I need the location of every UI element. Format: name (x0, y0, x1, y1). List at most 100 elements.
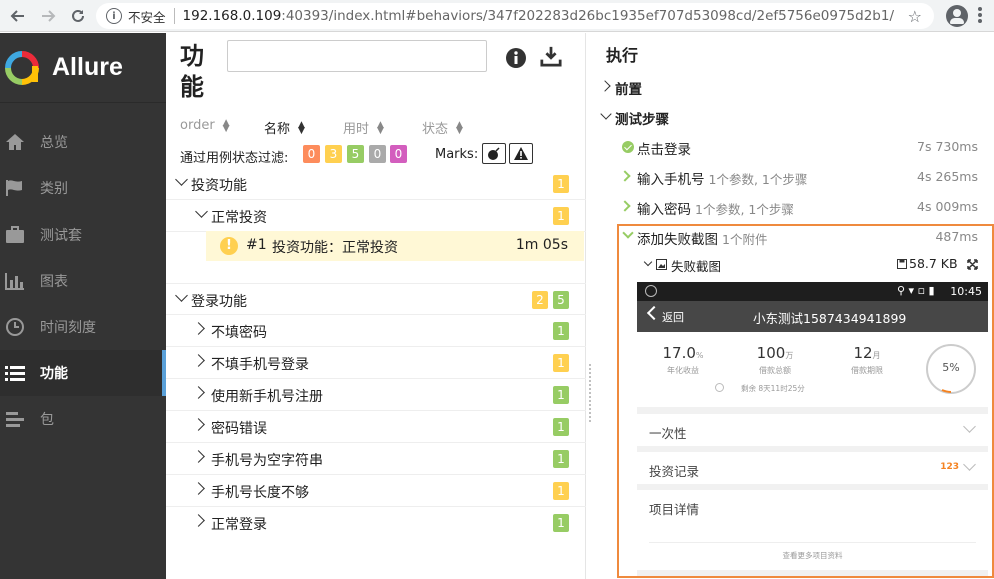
test-case-row[interactable]: ! #1 投资功能：正常投资 1m 05s (206, 231, 584, 261)
sort-duration[interactable]: 用时 ▲ ▼ (343, 118, 384, 137)
step-time: 7s 730ms (917, 139, 978, 154)
nav-label: 总览 (40, 135, 68, 151)
passed-check-icon (622, 141, 634, 153)
tree-item[interactable]: 使用新手机号注册 1 (166, 379, 586, 411)
section-label: 一次性 (649, 426, 687, 441)
stat-unit: 月 (872, 351, 881, 360)
tree-group-login[interactable]: 登录功能 2 5 (166, 283, 586, 315)
stat-value: 100 (756, 344, 786, 362)
sort-name[interactable]: 名称 ▲ ▼ (264, 118, 305, 137)
step-name: 输入密码 1个参数, 1个步骤 (637, 198, 794, 218)
brand[interactable]: Allure (0, 33, 166, 103)
chevron-right-icon (619, 170, 631, 182)
account-icon[interactable] (946, 5, 968, 27)
group-label: 登录功能 (191, 294, 247, 310)
forward-arrow-icon[interactable] (36, 4, 60, 28)
execution-title: 执行 (606, 46, 639, 65)
tree-item[interactable]: 密码错误 1 (166, 411, 586, 443)
step-name: 点击登录 (637, 142, 691, 158)
flaky-bomb-icon[interactable] (482, 143, 506, 164)
sort-label: 状态 (422, 122, 449, 137)
tree-item[interactable]: 正常登录 1 (166, 507, 586, 539)
step-row[interactable]: 输入手机号 1个参数, 1个步骤 4s 265ms (593, 167, 994, 189)
nav-label: 测试套 (40, 228, 82, 244)
clock-small-icon (715, 383, 724, 392)
tree-subgroup-normal-investment[interactable]: 正常投资 1 (166, 200, 586, 232)
filter-unknown[interactable]: 0 (390, 145, 407, 163)
tree-item[interactable]: 手机号为空字符串 1 (166, 443, 586, 475)
chevron-right-icon (599, 80, 611, 92)
setup-section[interactable]: 前置 (593, 77, 994, 99)
chevron-down-icon (963, 420, 976, 433)
stat-unit: % (695, 351, 704, 360)
briefcase-icon (4, 224, 26, 246)
download-icon[interactable] (540, 45, 562, 67)
tree-item[interactable]: 不填密码 1 (166, 315, 586, 347)
chevron-right-icon (192, 386, 205, 399)
url-path: :40393/index.html#behaviors/347f202283d2… (281, 8, 895, 24)
phone-nav-bar: 返回 小东测试1587434941899 (637, 301, 988, 332)
count-badge: 5 (553, 291, 569, 309)
chevron-right-icon (192, 482, 205, 495)
divider (649, 542, 976, 543)
url-host: 192.168.0.109 (182, 8, 282, 24)
reload-icon[interactable] (66, 4, 90, 28)
filter-skipped[interactable]: 0 (369, 145, 386, 163)
flag-icon (4, 177, 26, 199)
sidebar: Allure 总览 类别 测试套 图表 时间刻度 功能 包 (0, 33, 166, 579)
back-arrow-icon[interactable] (6, 4, 30, 28)
address-bar[interactable]: i 不安全 192.168.0.109:40393/index.html#beh… (96, 3, 934, 29)
nav-item-suites[interactable]: 测试套 (0, 212, 166, 258)
nav-item-graphs[interactable]: 图表 (0, 258, 166, 304)
progress-percent: 5% (942, 361, 960, 374)
nav-label: 类别 (40, 181, 68, 197)
divider (173, 8, 175, 24)
steps-label: 测试步骤 (615, 112, 669, 128)
nav-item-packages[interactable]: 包 (0, 396, 166, 442)
filter-label: 通过用例状态过滤: (180, 151, 289, 166)
chevron-right-icon (192, 354, 205, 367)
step-name: 输入手机号 1个参数, 1个步骤 (637, 168, 807, 188)
chevron-right-icon (192, 450, 205, 463)
nav-label: 功能 (40, 366, 68, 382)
bar-chart-icon (4, 270, 26, 292)
sort-arrows-icon: ▲ ▼ (298, 119, 305, 136)
count-badge: 1 (553, 450, 569, 468)
phone-stats-card: 17.0% 年化收益 100万 借款总额 12月 借款期限 5% 剩余 8天11… (637, 332, 988, 407)
step-title: 输入密码 (637, 202, 691, 218)
info-circle-icon[interactable] (505, 47, 527, 69)
nav-item-categories[interactable]: 类别 (0, 165, 166, 211)
browser-toolbar: i 不安全 192.168.0.109:40393/index.html#beh… (0, 0, 994, 32)
search-input[interactable] (227, 40, 487, 72)
warning-triangle-icon[interactable] (509, 143, 533, 164)
stat-label: 借款总额 (759, 366, 791, 375)
remaining-time: 剩余 8天11时25分 (741, 384, 805, 393)
sort-status[interactable]: 状态 ▲ ▼ (422, 118, 463, 137)
nav-item-timeline[interactable]: 时间刻度 (0, 304, 166, 350)
stat-amount: 100万 借款总额 (735, 344, 815, 376)
filter-broken[interactable]: 0 (303, 145, 320, 163)
sort-arrows-icon: ▲ ▼ (222, 117, 230, 134)
item-label: 正常登录 (211, 517, 267, 533)
filter-passed[interactable]: 5 (347, 145, 364, 163)
step-time: 4s 009ms (917, 199, 978, 214)
package-icon (4, 408, 26, 430)
info-icon[interactable]: i (106, 8, 122, 24)
tree-item[interactable]: 不填手机号登录 1 (166, 347, 586, 379)
filter-failed[interactable]: 3 (325, 145, 342, 163)
sort-arrows-icon: ▲ ▼ (377, 119, 384, 136)
phone-time: 10:45 (950, 285, 982, 298)
step-row[interactable]: 点击登录 7s 730ms (593, 137, 994, 159)
sort-order[interactable]: order ▲ ▼ (180, 118, 230, 133)
nav-item-behaviors[interactable]: 功能 (0, 350, 166, 396)
tree-item[interactable]: 手机号长度不够 1 (166, 475, 586, 507)
attachment-screenshot[interactable]: ⚲ ▾ ▫ ▮ 10:45 返回 小东测试1587434941899 17.0%… (637, 282, 988, 576)
test-steps-section[interactable]: 测试步骤 (593, 107, 994, 129)
nav-item-overview[interactable]: 总览 (0, 119, 166, 165)
bookmark-star-icon[interactable]: ☆ (908, 7, 922, 26)
menu-kebab-icon[interactable] (978, 7, 982, 25)
tree-group-investment[interactable]: 投资功能 1 (166, 168, 586, 200)
step-row[interactable]: 输入密码 1个参数, 1个步骤 4s 009ms (593, 197, 994, 219)
page-title: 功能 (180, 42, 204, 101)
count-badge: 1 (553, 482, 569, 500)
